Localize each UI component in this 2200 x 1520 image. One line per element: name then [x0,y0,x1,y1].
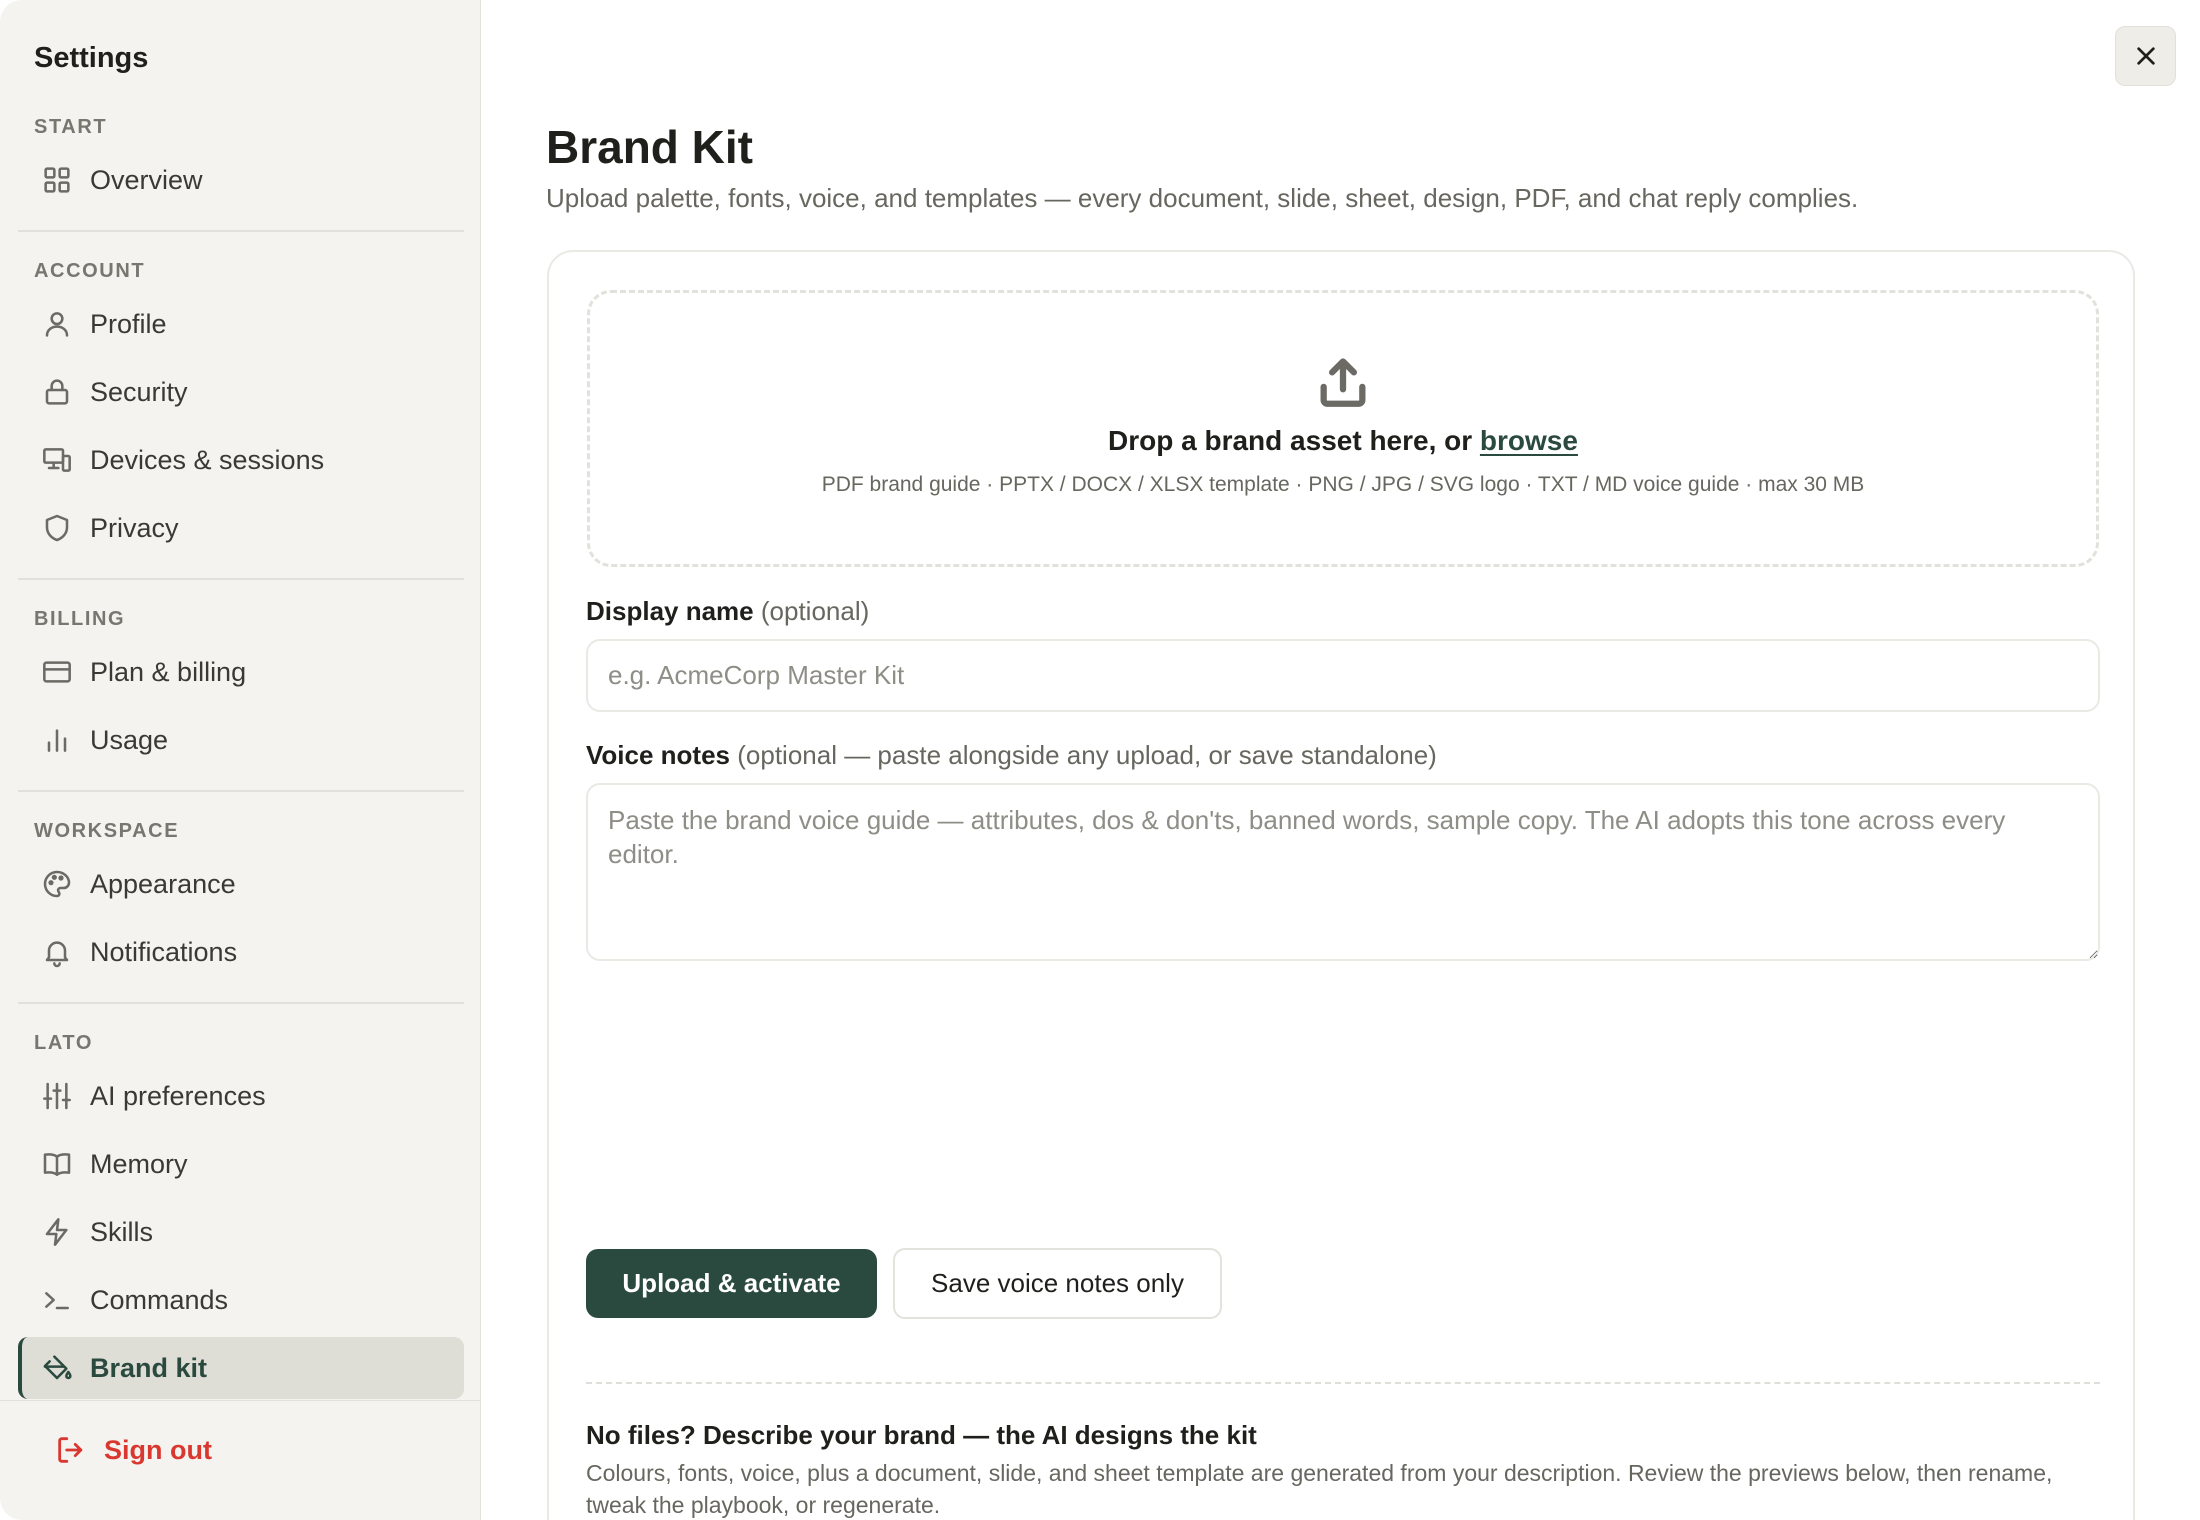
grid-icon [40,163,74,197]
devices-icon [40,443,74,477]
sidebar-item-label: Profile [90,308,167,339]
sidebar-title: Settings [34,42,149,74]
close-icon [2136,47,2155,65]
section-heading-billing: BILLING [34,608,126,630]
voice-notes-label-text: Voice notes [586,740,731,770]
sidebar-item-label: Commands [90,1284,229,1315]
sidebar-item-ai-preferences[interactable]: AI preferences [18,1065,464,1127]
brand-kit-card: Drop a brand asset here, or browse PDF b… [547,250,2135,1520]
display-name-input[interactable] [586,639,2100,712]
sidebar-item-profile[interactable]: Profile [18,293,464,355]
sidebar-item-label: Brand kit [90,1352,208,1383]
sidebar-item-overview[interactable]: Overview [18,149,464,211]
sidebar-item-brand-kit[interactable]: Brand kit [18,1337,464,1399]
ai-kit-description: Colours, fonts, voice, plus a document, … [586,1460,2053,1518]
dropzone-instruction: Drop a brand asset here, or browse [1108,425,1578,457]
sidebar-item-commands[interactable]: Commands [18,1269,464,1331]
sign-out-label: Sign out [104,1434,212,1465]
upload-activate-button[interactable]: Upload & activate [586,1249,877,1318]
sidebar-item-label: Privacy [90,512,179,543]
sidebar-item-label: Security [90,376,188,407]
ai-kit-title: No files? Describe your brand — the AI d… [586,1420,1257,1450]
sidebar-item-memory[interactable]: Memory [18,1133,464,1195]
lightning-icon [40,1215,74,1249]
brand-kit-panel: Brand Kit Upload palette, fonts, voice, … [482,0,2200,1520]
bell-icon [40,935,74,969]
palette-icon [40,867,74,901]
shield-icon [40,511,74,545]
sidebar-item-label: Skills [90,1216,154,1247]
sidebar-item-label: Overview [90,164,203,195]
dropzone-formats: PDF brand guide · PPTX / DOCX / XLSX tem… [821,473,1865,496]
sidebar-item-label: Memory [90,1148,188,1179]
display-name-label-text: Display name [586,596,754,626]
sidebar-item-label: Notifications [90,936,238,967]
file-dropzone[interactable]: Drop a brand asset here, or browse PDF b… [587,290,2099,567]
sidebar-item-appearance[interactable]: Appearance [18,853,464,915]
display-name-optional-hint: (optional) [753,596,870,626]
voice-notes-textarea[interactable] [586,783,2100,961]
page-title: Brand Kit [546,121,753,173]
browse-link[interactable]: browse [1480,425,1578,456]
settings-sidebar: Settings START Overview ACCOUNT Profile … [0,0,481,1520]
sidebar-item-security[interactable]: Security [18,361,464,423]
sidebar-item-label: AI preferences [90,1080,266,1111]
sign-out-icon [58,1437,83,1463]
sidebar-divider [18,230,464,232]
sidebar-divider [18,790,464,792]
sidebar-item-notifications[interactable]: Notifications [18,921,464,983]
upload-icon [1314,353,1372,411]
sidebar-item-skills[interactable]: Skills [18,1201,464,1263]
voice-notes-optional-hint: (optional — paste alongside any upload, … [730,740,1437,770]
sign-out-button[interactable]: Sign out [54,1425,212,1475]
sidebar-item-privacy[interactable]: Privacy [18,497,464,559]
section-divider [586,1382,2100,1384]
sidebar-item-label: Devices & sessions [90,444,325,475]
user-icon [40,307,74,341]
sidebar-item-label: Plan & billing [90,656,247,687]
display-name-label: Display name (optional) [586,596,869,627]
sidebar-item-label: Usage [90,724,169,755]
section-heading-workspace: WORKSPACE [34,820,180,842]
sidebar-footer: Sign out [0,1400,481,1520]
section-heading-start: START [34,116,108,138]
voice-notes-label: Voice notes (optional — paste alongside … [586,740,1437,771]
section-heading-lato: LATO [34,1032,93,1054]
page-subtitle: Upload palette, fonts, voice, and templa… [546,183,1859,213]
sidebar-item-devices-sessions[interactable]: Devices & sessions [18,429,464,491]
sidebar-divider [18,578,464,580]
settings-dialog: Settings START Overview ACCOUNT Profile … [0,0,2200,1520]
sidebar-item-label: Appearance [90,868,236,899]
credit-card-icon [40,655,74,689]
sidebar-item-usage[interactable]: Usage [18,709,464,771]
sidebar-divider [18,1002,464,1004]
section-heading-account: ACCOUNT [34,260,146,282]
dropzone-text: Drop a brand asset here, or [1108,425,1480,456]
save-voice-notes-button[interactable]: Save voice notes only [893,1248,1222,1319]
sliders-icon [40,1079,74,1113]
terminal-icon [40,1283,74,1317]
sidebar-item-plan-billing[interactable]: Plan & billing [18,641,464,703]
lock-icon [40,375,74,409]
bar-chart-icon [40,723,74,757]
book-icon [40,1147,74,1181]
close-button[interactable] [2115,26,2176,86]
paint-bucket-icon [40,1351,74,1385]
